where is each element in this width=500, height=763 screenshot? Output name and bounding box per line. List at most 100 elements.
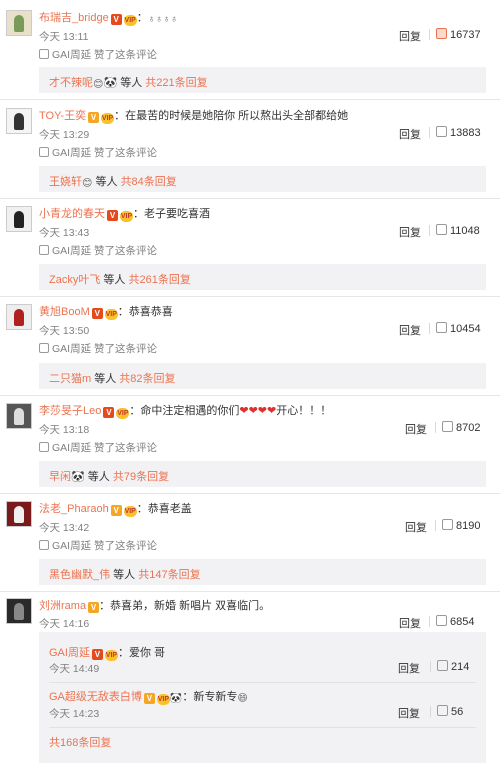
liked-by-name[interactable]: GAI周延 [52, 147, 91, 159]
sub-reply-names[interactable]: 黑色幽默_伟 [49, 569, 110, 581]
avatar[interactable] [6, 598, 32, 624]
thumbs-up-icon [442, 519, 453, 530]
comment-text: ： [136, 12, 148, 24]
avatar[interactable] [6, 206, 32, 232]
username-link[interactable]: GA超级无敌表白博 [49, 691, 142, 703]
sub-reply-names[interactable]: Zacky叶飞 [49, 274, 100, 286]
timestamp: 今天 14:23 [49, 708, 100, 720]
like-button[interactable]: 214 [437, 660, 469, 673]
thumbs-up-icon [436, 322, 447, 333]
avatar[interactable] [6, 403, 32, 429]
divider [429, 616, 430, 627]
nested-total-link[interactable]: 共168条回复 [49, 734, 111, 750]
reply-button[interactable]: 回复 [398, 660, 420, 676]
like-button[interactable]: 10454 [436, 322, 481, 335]
reply-button[interactable]: 回复 [399, 224, 421, 240]
divider [0, 198, 500, 199]
sub-reply-count[interactable]: 共82条回复 [119, 373, 175, 385]
vip-badge-icon: VIP [120, 211, 133, 222]
divider [0, 99, 500, 100]
thumbs-up-icon [437, 660, 448, 671]
sub-reply-names[interactable]: 二只猫m [49, 373, 91, 385]
like-button[interactable]: 8190 [442, 519, 480, 532]
like-button[interactable]: 6854 [436, 615, 474, 628]
thumbs-up-icon [39, 245, 49, 255]
verified-badge-icon: V [110, 505, 122, 516]
username-link[interactable]: 刘洲rama [39, 600, 86, 612]
vip-badge-icon: VIP [156, 694, 170, 705]
reply-button[interactable]: 回复 [398, 705, 420, 721]
sub-replies-summary[interactable]: 黑色幽默_伟 等人 共147条回复 [39, 559, 486, 585]
sub-reply-names[interactable]: 王娆轩 [49, 176, 82, 188]
username-link[interactable]: 李莎旻子Leo [39, 405, 101, 417]
liked-by-name[interactable]: GAI周延 [52, 343, 91, 355]
heart-emoji-icon: ❤❤❤❤ [239, 405, 277, 417]
divider [0, 395, 500, 396]
reply-button[interactable]: 回复 [399, 615, 421, 631]
like-count: 11048 [450, 225, 480, 237]
sub-reply-mid: 等人 [92, 176, 121, 188]
avatar[interactable] [6, 10, 32, 36]
avatar[interactable] [6, 108, 32, 134]
reply-button[interactable]: 回复 [405, 519, 427, 535]
sub-reply-names[interactable]: 才不辣呢 [49, 77, 93, 89]
vip-badge-icon: VIP [123, 15, 137, 26]
sub-replies-summary[interactable]: Zacky叶飞 等人 共261条回复 [39, 264, 486, 290]
reply-button[interactable]: 回复 [399, 28, 421, 44]
divider [429, 323, 430, 334]
username-link[interactable]: TOY-王奕 [39, 110, 86, 122]
username-link[interactable]: 黄旭BooM [39, 306, 90, 318]
avatar[interactable] [6, 501, 32, 527]
reply-button[interactable]: 回复 [399, 322, 421, 338]
sub-reply-count[interactable]: 共79条回复 [113, 471, 169, 483]
username-link[interactable]: 小青龙的春天 [39, 208, 105, 220]
vip-face-icon: 😊 [93, 79, 104, 90]
divider [0, 493, 500, 494]
like-button[interactable]: 11048 [436, 224, 480, 237]
like-button[interactable]: 8702 [442, 421, 480, 434]
liked-by-name[interactable]: GAI周延 [52, 49, 91, 61]
thumbs-up-icon [436, 224, 447, 235]
like-count: 16737 [450, 29, 481, 41]
sub-reply-mid: 等人 [91, 373, 120, 385]
sub-replies-summary[interactable]: 早闲🐼 等人 共79条回复 [39, 461, 486, 487]
liked-by-name[interactable]: GAI周延 [52, 245, 91, 257]
divider [430, 661, 431, 672]
avatar[interactable] [6, 304, 32, 330]
sub-reply-mid: 等人 [110, 569, 139, 581]
username-link[interactable]: GAI周延 [49, 647, 90, 659]
liked-by-name[interactable]: GAI周延 [52, 540, 91, 552]
liked-by-name[interactable]: GAI周延 [52, 442, 91, 454]
like-button[interactable]: 16737 [436, 28, 481, 41]
comment-text: ：爱你 哥 [117, 647, 166, 659]
timestamp: 今天 13:50 [39, 325, 90, 337]
like-button[interactable]: 13883 [436, 126, 481, 139]
vip-badge-icon: VIP [101, 113, 115, 124]
sub-reply-count[interactable]: 共221条回复 [145, 77, 207, 89]
sub-reply-count[interactable]: 共147条回复 [138, 569, 200, 581]
liked-by-author: GAI周延 赞了这条评论 [39, 538, 157, 553]
username-link[interactable]: 法老_Pharaoh [39, 503, 109, 515]
sub-reply-mid: 等人 [84, 471, 113, 483]
divider [435, 520, 436, 531]
verified-badge-icon: V [88, 602, 100, 613]
sub-replies-summary[interactable]: 二只猫m 等人 共82条回复 [39, 363, 486, 389]
comment-text: ：老子要吃喜酒 [133, 208, 210, 220]
like-count: 56 [451, 706, 464, 718]
sub-reply-names[interactable]: 早闲 [49, 471, 71, 483]
reply-button[interactable]: 回复 [405, 421, 427, 437]
comment-text: ：在最苦的时候是她陪你 所以熬出头全部都给她 [114, 110, 349, 122]
like-button[interactable]: 56 [437, 705, 463, 718]
like-count: 8190 [456, 520, 481, 532]
sub-replies-summary[interactable]: 王娆轩😊 等人 共84条回复 [39, 166, 486, 192]
username-link[interactable]: 布瑞吉_bridge [39, 12, 109, 24]
liked-label: 赞了这条评论 [94, 442, 158, 454]
sub-reply-count[interactable]: 共84条回复 [121, 176, 177, 188]
sub-replies-summary[interactable]: 才不辣呢😊🐼 等人 共221条回复 [39, 67, 486, 93]
verified-badge-icon: V [143, 693, 155, 704]
timestamp: 今天 13:29 [39, 129, 90, 141]
reply-button[interactable]: 回复 [399, 126, 421, 142]
sub-reply-count[interactable]: 共261条回复 [128, 274, 190, 286]
verified-badge-icon: V [110, 14, 122, 25]
vip-badge-icon: VIP [116, 408, 130, 419]
